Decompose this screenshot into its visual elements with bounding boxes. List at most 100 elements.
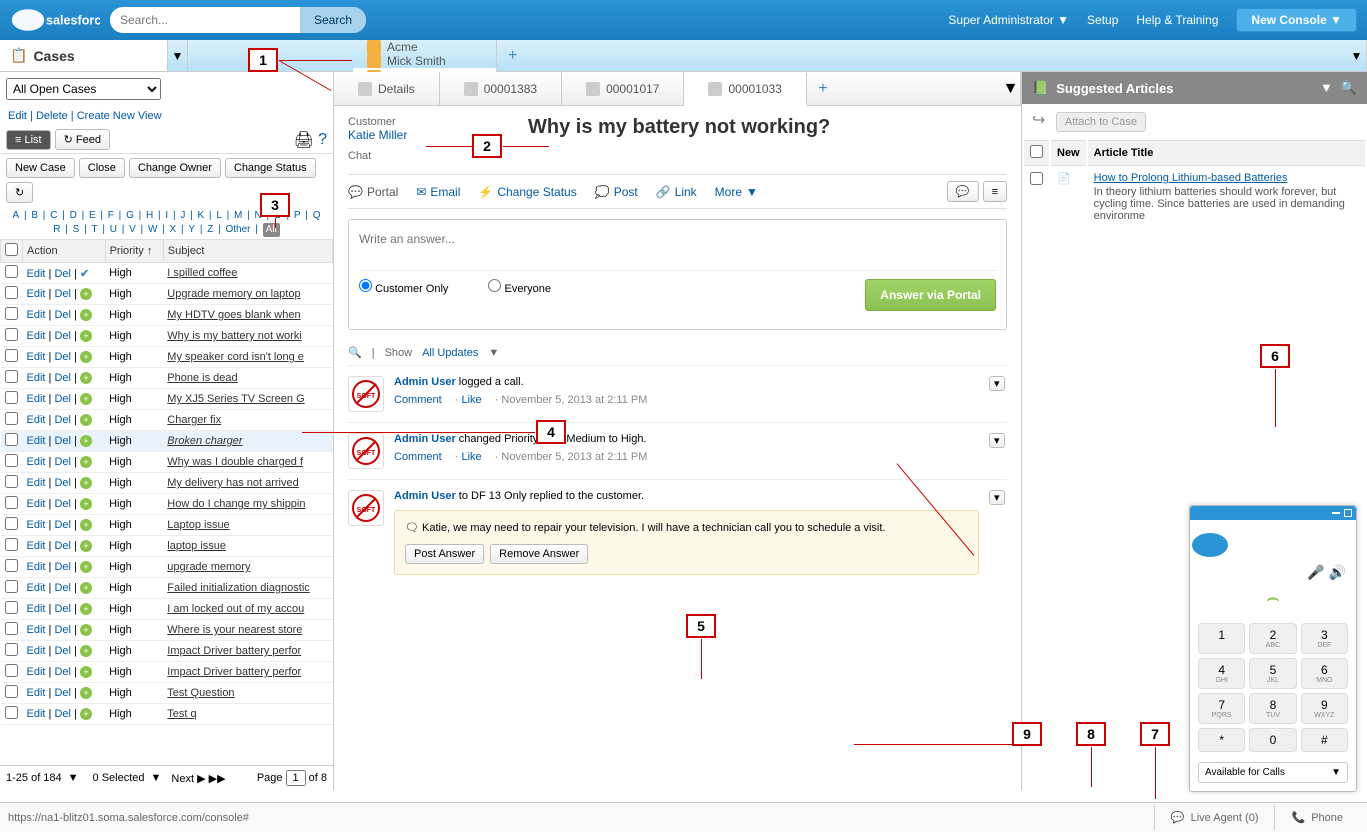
- article-row[interactable]: 📄How to Prolong Lithium-based BatteriesI…: [1024, 168, 1365, 226]
- row-checkbox[interactable]: [5, 622, 18, 635]
- del-link[interactable]: Del: [54, 603, 71, 615]
- action-change-status[interactable]: ⚡ Change Status: [478, 185, 576, 199]
- table-row[interactable]: Edit | Del | +HighTest q: [1, 704, 333, 725]
- search-button[interactable]: Search: [300, 7, 366, 33]
- plus-icon[interactable]: +: [80, 624, 92, 636]
- edit-link[interactable]: Edit: [27, 519, 46, 531]
- view-full[interactable]: ≡: [983, 181, 1007, 202]
- table-row[interactable]: Edit | Del | +HighHow do I change my shi…: [1, 494, 333, 515]
- row-checkbox[interactable]: [5, 517, 18, 530]
- list-toggle[interactable]: ≡ List: [6, 130, 51, 150]
- subject-link[interactable]: Why was I double charged f: [167, 456, 303, 468]
- article-link[interactable]: How to Prolong Lithium-based Batteries: [1094, 172, 1288, 184]
- edit-link[interactable]: Edit: [27, 372, 46, 384]
- del-link[interactable]: Del: [54, 666, 71, 678]
- change-status-button[interactable]: Change Status: [225, 158, 316, 178]
- plus-icon[interactable]: +: [80, 561, 92, 573]
- softphone-header[interactable]: [1190, 506, 1356, 520]
- search-input[interactable]: [110, 13, 300, 27]
- plus-icon[interactable]: +: [80, 414, 92, 426]
- table-row[interactable]: Edit | Del | +HighMy delivery has not ar…: [1, 473, 333, 494]
- softphone-status[interactable]: Available for Calls▼: [1198, 762, 1348, 783]
- del-link[interactable]: Del: [54, 561, 71, 573]
- col-priority[interactable]: Priority ↑: [105, 240, 163, 263]
- plus-icon[interactable]: +: [80, 477, 92, 489]
- del-link[interactable]: Del: [54, 288, 71, 300]
- del-link[interactable]: Del: [54, 372, 71, 384]
- table-row[interactable]: Edit | Del | +Highlaptop issue: [1, 536, 333, 557]
- del-link[interactable]: Del: [54, 435, 71, 447]
- del-link[interactable]: Del: [54, 582, 71, 594]
- filter-icon[interactable]: ▼: [1320, 80, 1333, 96]
- row-checkbox[interactable]: [5, 475, 18, 488]
- del-link[interactable]: Del: [54, 456, 71, 468]
- edit-link[interactable]: Edit: [27, 456, 46, 468]
- action-post[interactable]: 💭 Post: [595, 185, 638, 199]
- table-row[interactable]: Edit | Del | +HighMy speaker cord isn't …: [1, 347, 333, 368]
- subject-link[interactable]: Test Question: [167, 687, 234, 699]
- subject-link[interactable]: My speaker cord isn't long e: [167, 351, 304, 363]
- edit-link[interactable]: Edit: [27, 540, 46, 552]
- edit-link[interactable]: Edit: [27, 687, 46, 699]
- subject-link[interactable]: Laptop issue: [167, 519, 229, 531]
- feed-toggle[interactable]: ↻ Feed: [55, 129, 110, 150]
- add-subtab[interactable]: +: [807, 72, 839, 105]
- row-checkbox[interactable]: [5, 412, 18, 425]
- post-answer-button[interactable]: Post Answer: [405, 544, 484, 564]
- select-all-checkbox[interactable]: [5, 243, 18, 256]
- del-link[interactable]: Del: [54, 309, 71, 321]
- refresh-button[interactable]: ↻: [6, 182, 33, 203]
- del-link[interactable]: Del: [54, 645, 71, 657]
- plus-icon[interactable]: +: [80, 498, 92, 510]
- del-link[interactable]: Del: [54, 477, 71, 489]
- comment-link[interactable]: Comment: [394, 394, 442, 406]
- cases-tab[interactable]: 📋Cases: [0, 40, 168, 71]
- row-checkbox[interactable]: [5, 601, 18, 614]
- row-checkbox[interactable]: [5, 328, 18, 341]
- create-view-link[interactable]: Create New View: [77, 110, 162, 122]
- close-case-button[interactable]: Close: [79, 158, 125, 178]
- subject-link[interactable]: Charger fix: [167, 414, 221, 426]
- subject-link[interactable]: Phone is dead: [167, 372, 237, 384]
- cases-dropdown[interactable]: ▼: [168, 40, 188, 71]
- subject-link[interactable]: Impact Driver battery perfor: [167, 645, 301, 657]
- select-all-articles[interactable]: [1030, 145, 1043, 158]
- row-checkbox[interactable]: [5, 265, 18, 278]
- del-link[interactable]: Del: [54, 498, 71, 510]
- subject-link[interactable]: Upgrade memory on laptop: [167, 288, 300, 300]
- row-checkbox[interactable]: [5, 538, 18, 551]
- table-row[interactable]: Edit | Del | +HighMy XJ5 Series TV Scree…: [1, 389, 333, 410]
- del-link[interactable]: Del: [54, 330, 71, 342]
- view-select[interactable]: All Open Cases: [6, 78, 161, 100]
- edit-view-link[interactable]: Edit: [8, 110, 27, 122]
- col-action[interactable]: Action: [23, 240, 106, 263]
- edit-link[interactable]: Edit: [27, 666, 46, 678]
- subject-link[interactable]: laptop issue: [167, 540, 226, 552]
- table-row[interactable]: Edit | Del | +HighCharger fix: [1, 410, 333, 431]
- phone-button[interactable]: 📞 Phone: [1274, 805, 1359, 830]
- del-link[interactable]: Del: [54, 519, 71, 531]
- edit-link[interactable]: Edit: [27, 288, 46, 300]
- edit-link[interactable]: Edit: [27, 351, 46, 363]
- subject-link[interactable]: My HDTV goes blank when: [167, 309, 300, 321]
- call-button[interactable]: ⌢: [1190, 581, 1356, 619]
- edit-link[interactable]: Edit: [27, 561, 46, 573]
- keypad-key[interactable]: #: [1301, 728, 1348, 752]
- row-checkbox[interactable]: [5, 706, 18, 719]
- edit-link[interactable]: Edit: [27, 582, 46, 594]
- new-console-button[interactable]: New Console ▼: [1236, 8, 1357, 32]
- edit-link[interactable]: Edit: [27, 435, 46, 447]
- row-checkbox[interactable]: [5, 349, 18, 362]
- keypad-key[interactable]: 6MNO: [1301, 658, 1348, 689]
- feed-filter-select[interactable]: All Updates: [422, 347, 478, 359]
- keypad-key[interactable]: 8TUV: [1249, 693, 1296, 724]
- action-more[interactable]: More ▼: [715, 185, 758, 199]
- plus-icon[interactable]: +: [80, 435, 92, 447]
- feed-author[interactable]: Admin User: [394, 376, 456, 388]
- sub-tab[interactable]: 00001033: [684, 73, 806, 106]
- subject-link[interactable]: I am locked out of my accou: [167, 603, 304, 615]
- feed-author[interactable]: Admin User: [394, 490, 456, 502]
- table-row[interactable]: Edit | Del | +HighBroken charger: [1, 431, 333, 452]
- keypad-key[interactable]: 5JKL: [1249, 658, 1296, 689]
- row-checkbox[interactable]: [5, 454, 18, 467]
